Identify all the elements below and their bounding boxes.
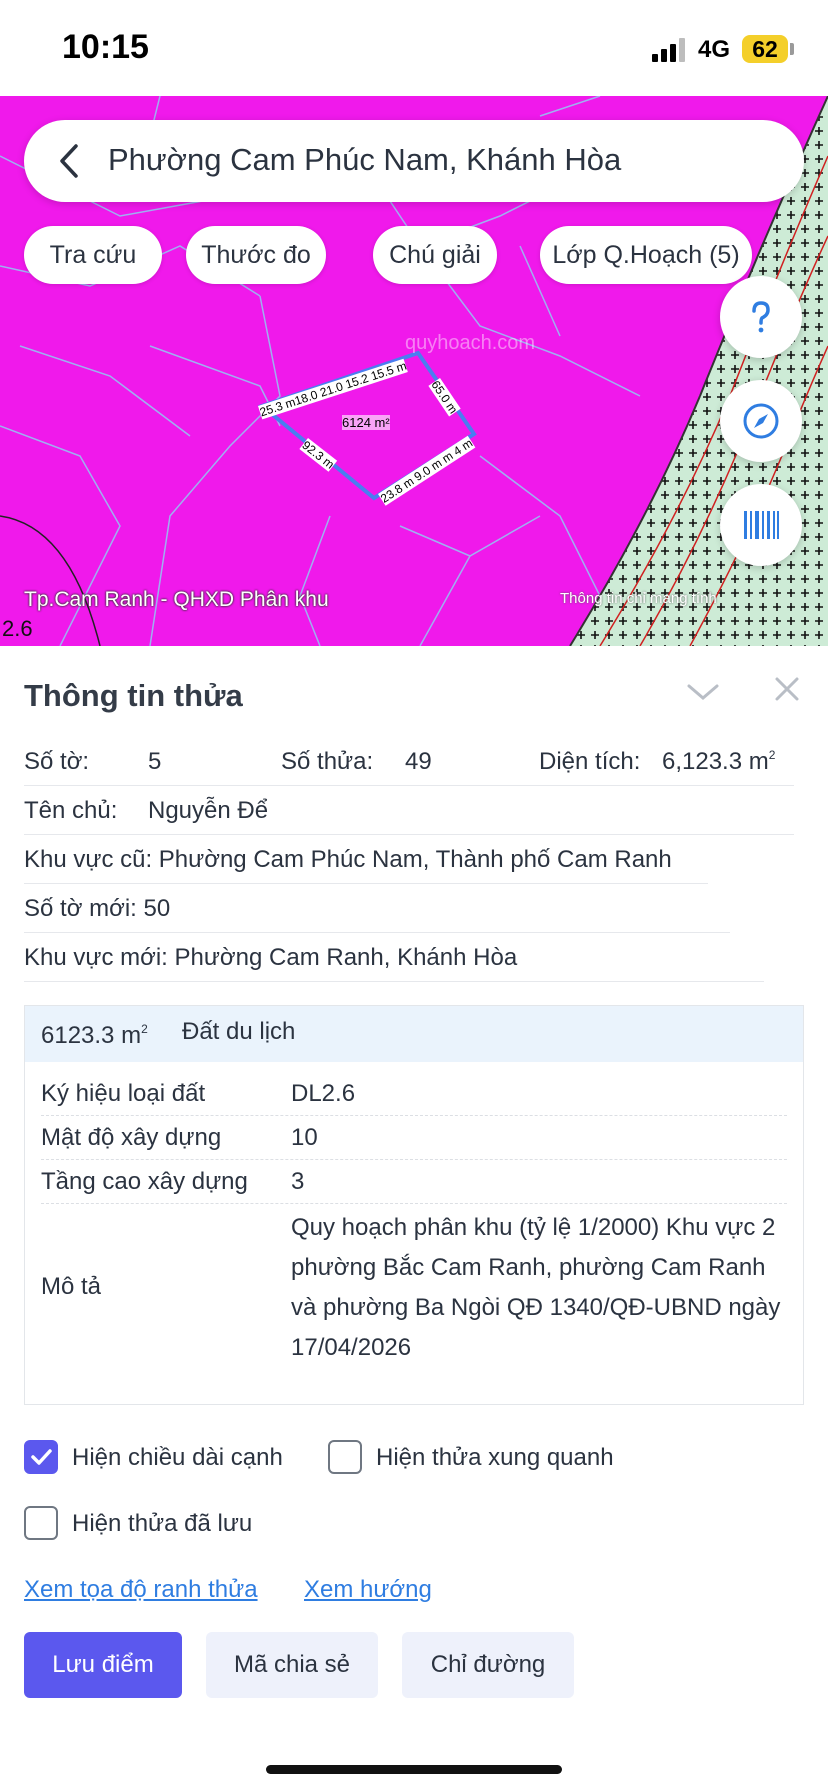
planning-key: Mô tả	[41, 1273, 102, 1300]
question-icon	[752, 301, 770, 333]
planning-row-height: Tầng cao xây dựng 3	[41, 1160, 787, 1204]
show-neighbors-checkbox[interactable]: Hiện thửa xung quanh	[328, 1440, 648, 1474]
battery-tip	[790, 43, 794, 55]
chip-legend[interactable]: Chú giải	[373, 226, 497, 284]
owner-row: Tên chủ: Nguyễn Để	[24, 786, 794, 835]
parcel-no-label: Số thửa:	[281, 748, 374, 775]
planning-row-density: Mật độ xây dựng 10	[41, 1116, 787, 1160]
view-coordinates-link[interactable]: Xem tọa độ ranh thửa	[24, 1576, 258, 1604]
planning-row-code: Ký hiệu loại đất DL2.6	[41, 1072, 787, 1116]
checkbox-label[interactable]: Hiện thửa xung quanh	[376, 1444, 614, 1472]
owner-label: Tên chủ:	[24, 797, 118, 824]
chevron-down-icon[interactable]	[686, 680, 720, 704]
map-layer-caption: Tp.Cam Ranh - QHXD Phân khu	[24, 588, 329, 611]
checkbox-unchecked[interactable]	[24, 1506, 58, 1540]
checkbox-unchecked[interactable]	[328, 1440, 362, 1474]
compass-icon	[743, 403, 779, 439]
zone-code: 2.6	[2, 616, 33, 641]
home-indicator	[266, 1765, 562, 1774]
new-sheet-text: Số tờ mới: 50	[24, 895, 171, 922]
sheet-label: Số tờ:	[24, 748, 90, 775]
checkmark-icon	[31, 1449, 52, 1465]
compass-button[interactable]	[720, 380, 802, 462]
old-area-row: Khu vực cũ: Phường Cam Phúc Nam, Thành p…	[24, 835, 708, 884]
old-area-text: Khu vực cũ: Phường Cam Phúc Nam, Thành p…	[24, 846, 672, 873]
area-label: Diện tích:	[539, 748, 641, 775]
planning-value: 3	[291, 1168, 305, 1195]
area-value: 6,123.3 m2	[662, 748, 776, 775]
planning-key: Ký hiệu loại đất	[41, 1080, 206, 1107]
planning-value: DL2.6	[291, 1080, 356, 1107]
planning-value: 10	[291, 1124, 318, 1151]
status-time: 10:15	[62, 28, 149, 66]
parcel-area-label: 6124 m²	[342, 415, 390, 430]
back-arrow-icon[interactable]	[50, 140, 90, 182]
view-direction-link[interactable]: Xem hướng	[304, 1576, 432, 1604]
planning-land-type: Đất du lịch	[182, 1018, 296, 1045]
sheet-value: 5	[148, 748, 162, 775]
close-icon[interactable]	[772, 674, 802, 704]
barcode-icon	[744, 511, 779, 539]
location-search-text[interactable]: Phường Cam Phúc Nam, Khánh Hòa	[108, 142, 621, 178]
chip-lookup[interactable]: Tra cứu	[24, 226, 162, 284]
panel-title: Thông tin thửa	[24, 678, 243, 713]
map-disclaimer: Thông tin chỉ mang tính	[560, 590, 717, 607]
planning-description: Quy hoạch phân khu (tỷ lệ 1/2000) Khu vự…	[291, 1214, 781, 1361]
chip-measure[interactable]: Thước đo	[186, 226, 326, 284]
planning-key: Mật độ xây dựng	[41, 1124, 222, 1151]
new-sheet-row: Số tờ mới: 50	[24, 884, 730, 933]
show-saved-checkbox[interactable]: Hiện thửa đã lưu	[24, 1506, 304, 1540]
parcel-basic-row: Số tờ: 5 Số thửa: 49 Diện tích: 6,123.3 …	[24, 737, 794, 786]
share-code-button[interactable]: Mã chia sẻ	[206, 1632, 378, 1698]
parcel-no-value: 49	[405, 748, 432, 775]
planning-header: 6123.3 m2 Đất du lịch	[25, 1006, 803, 1062]
barcode-button[interactable]	[720, 484, 802, 566]
map-view[interactable]: 2.6 quyhoach.com 6124 m² 25.3 m18.0 21.0…	[0, 96, 828, 646]
show-edge-length-checkbox[interactable]: Hiện chiều dài cạnh	[24, 1440, 304, 1474]
checkbox-checked[interactable]	[24, 1440, 58, 1474]
planning-area: 6123.3 m2	[41, 1022, 148, 1049]
help-button[interactable]	[720, 276, 802, 358]
network-type: 4G	[698, 36, 731, 63]
map-watermark: quyhoach.com	[405, 332, 536, 354]
checkbox-label[interactable]: Hiện chiều dài cạnh	[72, 1444, 283, 1472]
owner-value: Nguyễn Để	[148, 797, 269, 824]
new-area-text: Khu vực mới: Phường Cam Ranh, Khánh Hòa	[24, 944, 518, 971]
status-bar: 10:15 4G 62	[0, 0, 828, 96]
location-search-bar[interactable]: Phường Cam Phúc Nam, Khánh Hòa	[24, 120, 804, 202]
checkbox-label[interactable]: Hiện thửa đã lưu	[72, 1510, 252, 1538]
save-point-button[interactable]: Lưu điểm	[24, 1632, 182, 1698]
directions-button[interactable]: Chỉ đường	[402, 1632, 574, 1698]
signal-icon	[652, 38, 688, 62]
planning-row-description: Mô tả Quy hoạch phân khu (tỷ lệ 1/2000) …	[41, 1208, 787, 1378]
chip-planning-layers[interactable]: Lớp Q.Hoạch (5)	[540, 226, 752, 284]
battery-icon: 62	[742, 35, 788, 63]
new-area-row: Khu vực mới: Phường Cam Ranh, Khánh Hòa	[24, 933, 764, 982]
planning-info-table: 6123.3 m2 Đất du lịch Ký hiệu loại đất D…	[24, 1005, 804, 1405]
planning-key: Tầng cao xây dựng	[41, 1168, 248, 1195]
parcel-info-panel: Thông tin thửa Số tờ: 5 Số thửa: 49 Diện…	[0, 646, 828, 1792]
